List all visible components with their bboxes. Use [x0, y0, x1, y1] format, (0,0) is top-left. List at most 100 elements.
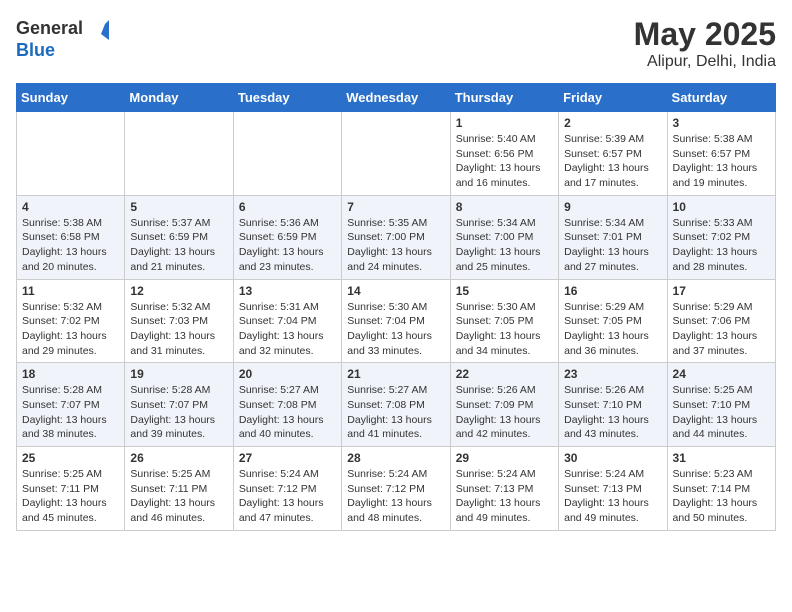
- day-number: 9: [564, 200, 661, 214]
- logo: General Blue: [16, 16, 109, 61]
- day-number: 15: [456, 284, 553, 298]
- calendar-cell: 24 Sunrise: 5:25 AMSunset: 7:10 PMDayligh…: [667, 363, 775, 447]
- calendar-cell: 28Sunrise: 5:24 AMSunset: 7:12 PMDayligh…: [342, 447, 450, 531]
- calendar-cell: 18Sunrise: 5:28 AMSunset: 7:07 PMDayligh…: [17, 363, 125, 447]
- day-info: Sunrise: 5:38 AMSunset: 6:58 PMDaylight:…: [22, 216, 119, 275]
- calendar-cell: 10 Sunrise: 5:33 AMSunset: 7:02 PMDayligh…: [667, 195, 775, 279]
- calendar-week-row: 4 Sunrise: 5:38 AMSunset: 6:58 PMDaylight…: [17, 195, 776, 279]
- calendar-cell: 2 Sunrise: 5:39 AMSunset: 6:57 PMDaylight…: [559, 112, 667, 196]
- day-info: Sunrise: 5:30 AMSunset: 7:04 PMDaylight:…: [347, 300, 444, 359]
- day-info: Sunrise: 5:25 AMSunset: 7:10 PMDaylight:…: [673, 383, 770, 442]
- day-of-week-header: Thursday: [450, 84, 558, 112]
- calendar-cell: 5 Sunrise: 5:37 AMSunset: 6:59 PMDaylight…: [125, 195, 233, 279]
- day-number: 21: [347, 367, 444, 381]
- day-of-week-header: Wednesday: [342, 84, 450, 112]
- calendar-title: May 2025: [634, 16, 776, 53]
- day-info: Sunrise: 5:24 AMSunset: 7:13 PMDaylight:…: [456, 467, 553, 526]
- calendar-table: SundayMondayTuesdayWednesdayThursdayFrid…: [16, 83, 776, 531]
- day-number: 23: [564, 367, 661, 381]
- calendar-cell: 6 Sunrise: 5:36 AMSunset: 6:59 PMDaylight…: [233, 195, 341, 279]
- day-number: 14: [347, 284, 444, 298]
- day-info: Sunrise: 5:24 AMSunset: 7:13 PMDaylight:…: [564, 467, 661, 526]
- day-info: Sunrise: 5:28 AMSunset: 7:07 PMDaylight:…: [130, 383, 227, 442]
- calendar-cell: 1Sunrise: 5:40 AMSunset: 6:56 PMDaylight…: [450, 112, 558, 196]
- day-number: 31: [673, 451, 770, 465]
- day-number: 2: [564, 116, 661, 130]
- day-number: 22: [456, 367, 553, 381]
- day-number: 19: [130, 367, 227, 381]
- day-info: Sunrise: 5:25 AMSunset: 7:11 PMDaylight:…: [130, 467, 227, 526]
- day-info: Sunrise: 5:33 AMSunset: 7:02 PMDaylight:…: [673, 216, 770, 275]
- calendar-cell: 7Sunrise: 5:35 AMSunset: 7:00 PMDaylight…: [342, 195, 450, 279]
- day-info: Sunrise: 5:26 AMSunset: 7:10 PMDaylight:…: [564, 383, 661, 442]
- calendar-cell: [342, 112, 450, 196]
- day-number: 5: [130, 200, 227, 214]
- day-number: 13: [239, 284, 336, 298]
- calendar-cell: 12Sunrise: 5:32 AMSunset: 7:03 PMDayligh…: [125, 279, 233, 363]
- day-number: 11: [22, 284, 119, 298]
- calendar-cell: 20 Sunrise: 5:27 AMSunset: 7:08 PMDayligh…: [233, 363, 341, 447]
- calendar-cell: 29Sunrise: 5:24 AMSunset: 7:13 PMDayligh…: [450, 447, 558, 531]
- day-number: 30: [564, 451, 661, 465]
- day-info: Sunrise: 5:27 AMSunset: 7:08 PMDaylight:…: [239, 383, 336, 442]
- calendar-cell: 11Sunrise: 5:32 AMSunset: 7:02 PMDayligh…: [17, 279, 125, 363]
- calendar-cell: 21 Sunrise: 5:27 AMSunset: 7:08 PMDayligh…: [342, 363, 450, 447]
- page-header: General Blue May 2025 Alipur, Delhi, Ind…: [16, 16, 776, 71]
- day-info: Sunrise: 5:34 AMSunset: 7:00 PMDaylight:…: [456, 216, 553, 275]
- calendar-cell: 14 Sunrise: 5:30 AMSunset: 7:04 PMDayligh…: [342, 279, 450, 363]
- day-info: Sunrise: 5:39 AMSunset: 6:57 PMDaylight:…: [564, 132, 661, 191]
- day-info: Sunrise: 5:35 AMSunset: 7:00 PMDaylight:…: [347, 216, 444, 275]
- calendar-cell: 19 Sunrise: 5:28 AMSunset: 7:07 PMDayligh…: [125, 363, 233, 447]
- day-of-week-header: Monday: [125, 84, 233, 112]
- day-info: Sunrise: 5:37 AMSunset: 6:59 PMDaylight:…: [130, 216, 227, 275]
- calendar-week-row: 18 Sunrise: 5:28 AMSunset: 7:07 PMDayligh…: [17, 363, 776, 447]
- day-info: Sunrise: 5:32 AMSunset: 7:03 PMDaylight:…: [130, 300, 227, 359]
- day-number: 17: [673, 284, 770, 298]
- day-info: Sunrise: 5:27 AMSunset: 7:08 PMDaylight:…: [347, 383, 444, 442]
- calendar-cell: 25 Sunrise: 5:25 AMSunset: 7:11 PMDayligh…: [17, 447, 125, 531]
- day-info: Sunrise: 5:38 AMSunset: 6:57 PMDaylight:…: [673, 132, 770, 191]
- day-info: Sunrise: 5:34 AMSunset: 7:01 PMDaylight:…: [564, 216, 661, 275]
- day-number: 8: [456, 200, 553, 214]
- day-of-week-header: Friday: [559, 84, 667, 112]
- calendar-cell: 3 Sunrise: 5:38 AMSunset: 6:57 PMDaylight…: [667, 112, 775, 196]
- day-number: 20: [239, 367, 336, 381]
- calendar-subtitle: Alipur, Delhi, India: [634, 53, 776, 71]
- day-number: 3: [673, 116, 770, 130]
- day-info: Sunrise: 5:23 AMSunset: 7:14 PMDaylight:…: [673, 467, 770, 526]
- day-of-week-header: Sunday: [17, 84, 125, 112]
- calendar-cell: 31 Sunrise: 5:23 AMSunset: 7:14 PMDayligh…: [667, 447, 775, 531]
- calendar-cell: [17, 112, 125, 196]
- day-number: 16: [564, 284, 661, 298]
- calendar-cell: 23 Sunrise: 5:26 AMSunset: 7:10 PMDayligh…: [559, 363, 667, 447]
- day-info: Sunrise: 5:24 AMSunset: 7:12 PMDaylight:…: [239, 467, 336, 526]
- day-number: 4: [22, 200, 119, 214]
- logo-icon: [85, 16, 109, 40]
- day-info: Sunrise: 5:30 AMSunset: 7:05 PMDaylight:…: [456, 300, 553, 359]
- day-number: 25: [22, 451, 119, 465]
- day-of-week-header: Tuesday: [233, 84, 341, 112]
- calendar-cell: [125, 112, 233, 196]
- day-info: Sunrise: 5:29 AMSunset: 7:05 PMDaylight:…: [564, 300, 661, 359]
- day-info: Sunrise: 5:26 AMSunset: 7:09 PMDaylight:…: [456, 383, 553, 442]
- day-number: 18: [22, 367, 119, 381]
- calendar-week-row: 25 Sunrise: 5:25 AMSunset: 7:11 PMDayligh…: [17, 447, 776, 531]
- calendar-cell: 15 Sunrise: 5:30 AMSunset: 7:05 PMDayligh…: [450, 279, 558, 363]
- calendar-cell: 8 Sunrise: 5:34 AMSunset: 7:00 PMDaylight…: [450, 195, 558, 279]
- calendar-week-row: 1Sunrise: 5:40 AMSunset: 6:56 PMDaylight…: [17, 112, 776, 196]
- calendar-week-row: 11Sunrise: 5:32 AMSunset: 7:02 PMDayligh…: [17, 279, 776, 363]
- calendar-cell: 9 Sunrise: 5:34 AMSunset: 7:01 PMDaylight…: [559, 195, 667, 279]
- calendar-cell: 16 Sunrise: 5:29 AMSunset: 7:05 PMDayligh…: [559, 279, 667, 363]
- calendar-cell: 22 Sunrise: 5:26 AMSunset: 7:09 PMDayligh…: [450, 363, 558, 447]
- calendar-cell: [233, 112, 341, 196]
- day-number: 27: [239, 451, 336, 465]
- day-number: 24: [673, 367, 770, 381]
- day-number: 6: [239, 200, 336, 214]
- calendar-cell: 30 Sunrise: 5:24 AMSunset: 7:13 PMDayligh…: [559, 447, 667, 531]
- day-info: Sunrise: 5:25 AMSunset: 7:11 PMDaylight:…: [22, 467, 119, 526]
- day-info: Sunrise: 5:31 AMSunset: 7:04 PMDaylight:…: [239, 300, 336, 359]
- day-info: Sunrise: 5:36 AMSunset: 6:59 PMDaylight:…: [239, 216, 336, 275]
- calendar-header-row: SundayMondayTuesdayWednesdayThursdayFrid…: [17, 84, 776, 112]
- calendar-cell: 4 Sunrise: 5:38 AMSunset: 6:58 PMDaylight…: [17, 195, 125, 279]
- day-number: 10: [673, 200, 770, 214]
